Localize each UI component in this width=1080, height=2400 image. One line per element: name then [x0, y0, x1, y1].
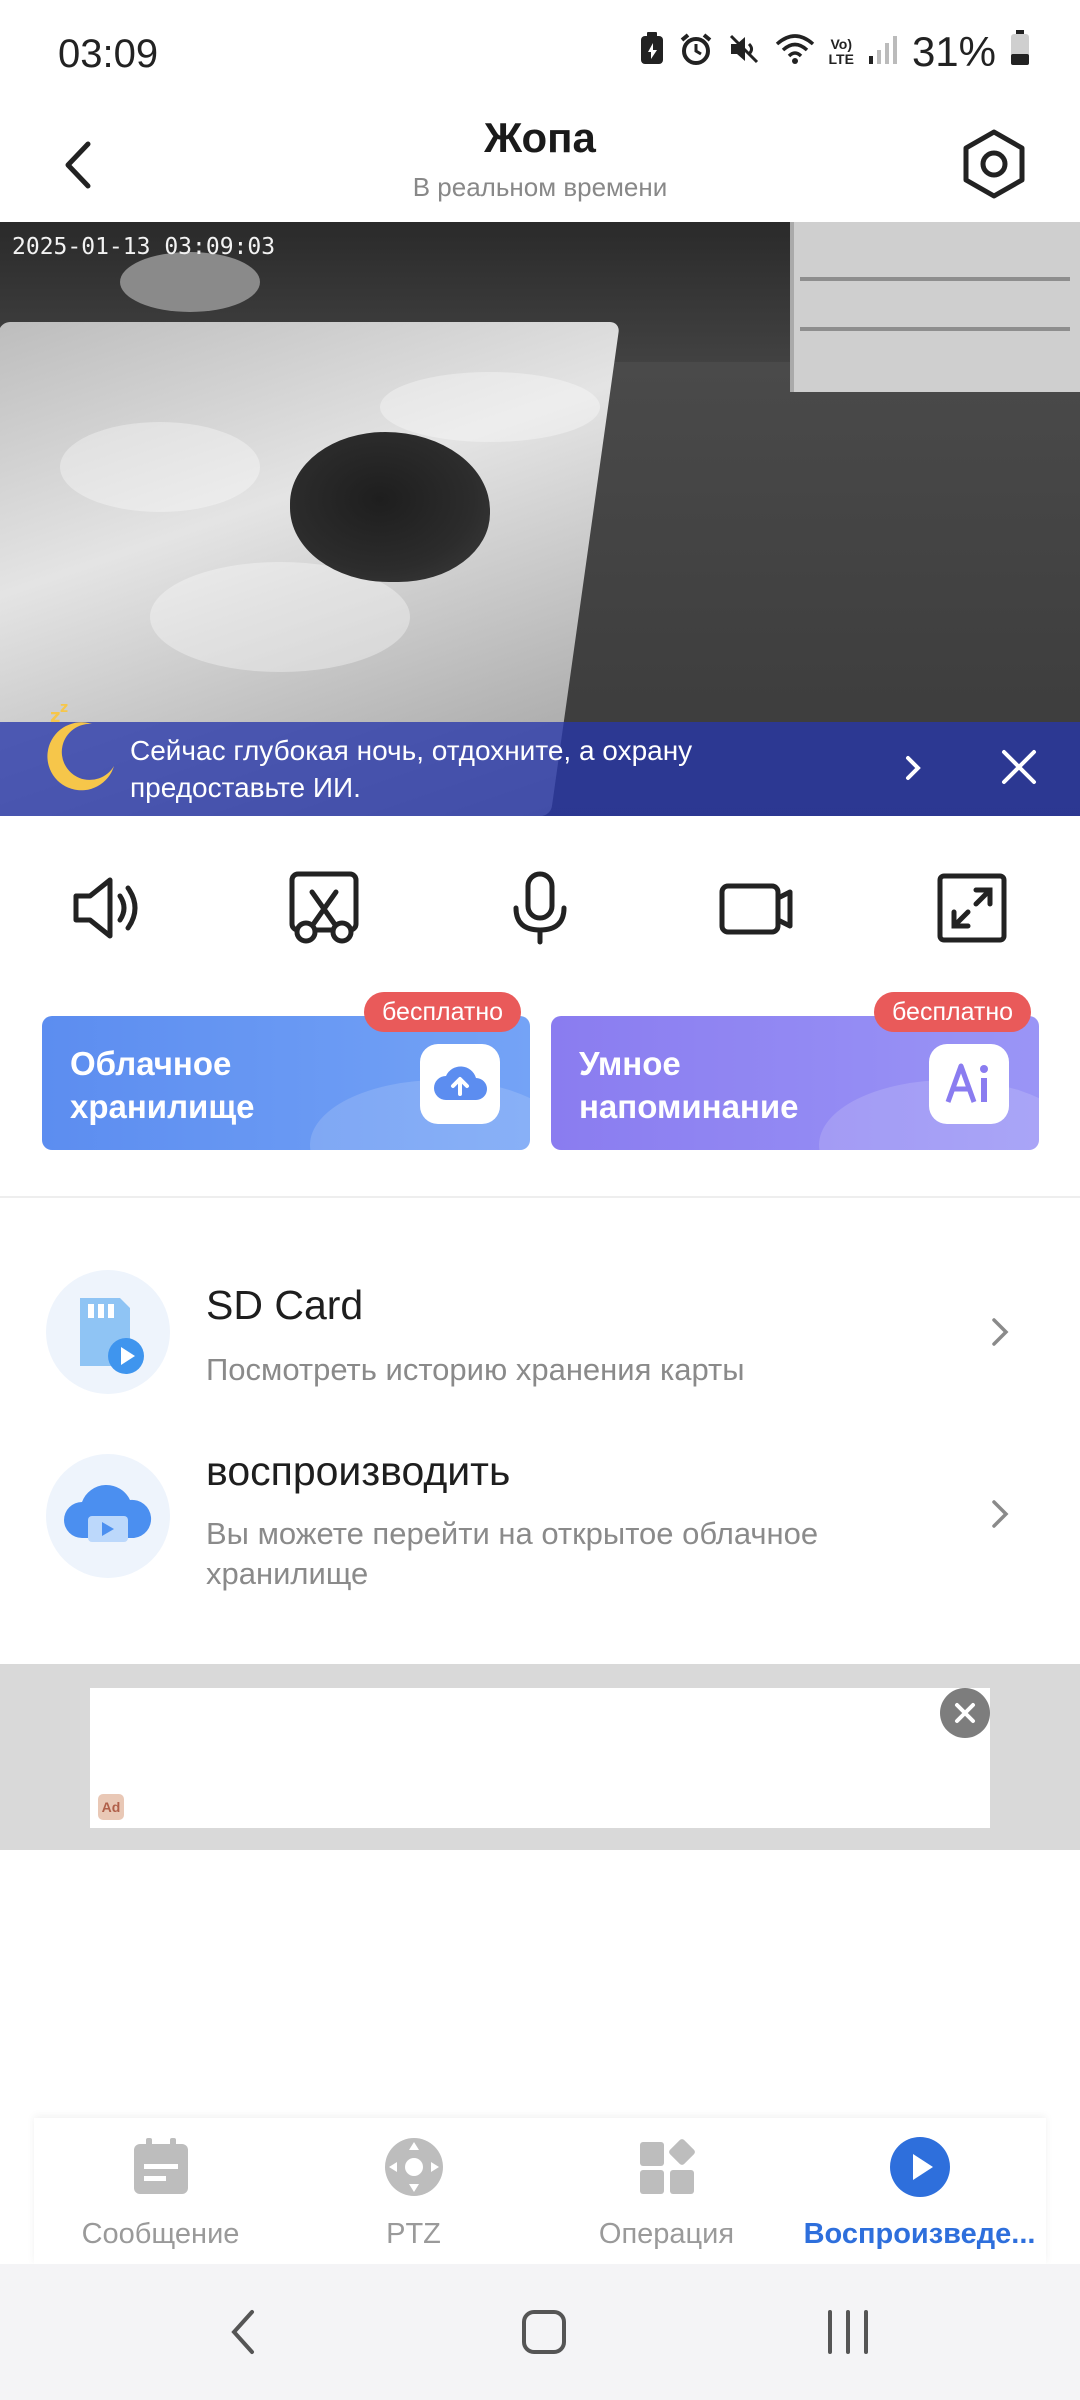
battery-saver-icon [639, 28, 665, 76]
volte-label-bottom: LTE [828, 51, 854, 67]
system-recents-button[interactable] [820, 2304, 876, 2360]
sd-card-icon [46, 1270, 170, 1394]
nav-label: Сообщение [81, 2218, 240, 2250]
dresser-drawer-line [800, 277, 1070, 281]
smart-reminder-card[interactable]: Умное напоминание [551, 1016, 1039, 1150]
scissors-icon [289, 871, 359, 944]
nav-item-message[interactable]: Сообщение [34, 2118, 287, 2264]
battery-icon [1010, 28, 1030, 76]
list-item-sd-card[interactable]: SD Card Посмотреть историю хранения карт… [0, 1248, 1080, 1408]
ptz-icon [385, 2138, 443, 2196]
dresser-drawer-line [800, 327, 1070, 331]
microphone-icon [513, 871, 567, 945]
sleeping-moon-icon: z z [30, 700, 122, 792]
volte-label-top: Vo) [830, 36, 852, 52]
status-icons: Vo) LTE 31% [639, 28, 1030, 76]
settings-hex-icon [963, 129, 1025, 199]
nav-label: Воспроизведе... [803, 2218, 1036, 2250]
nav-label: PTZ [386, 2218, 441, 2250]
recents-icon [828, 2310, 868, 2354]
nav-item-operation[interactable]: Операция [540, 2118, 793, 2264]
alarm-icon [679, 28, 713, 76]
back-icon [231, 2310, 254, 2354]
nav-label: Операция [598, 2218, 735, 2250]
playback-icon [890, 2137, 950, 2197]
system-home-button[interactable] [516, 2304, 572, 2360]
banner-close-button[interactable] [996, 744, 1042, 790]
card-label-line2: напоминание [579, 1088, 799, 1125]
list-item-playback[interactable]: воспроизводить Вы можете перейти на откр… [0, 1440, 1080, 1620]
close-icon [955, 1703, 975, 1723]
svg-text:z: z [50, 706, 60, 727]
free-badge: бесплатно [874, 992, 1032, 1032]
status-bar: 03:09 Vo) LTE 31% [0, 0, 1080, 110]
page-subtitle: В реальном времени [412, 172, 668, 202]
banner-message: Сейчас глубокая ночь, отдохните, а охран… [130, 735, 693, 803]
card-label-line2: хранилище [70, 1088, 255, 1125]
list-item-subtitle: Посмотреть историю хранения карты [206, 1352, 745, 1387]
video-timestamp: 2025-01-13 03:09:03 [12, 234, 276, 260]
home-icon [522, 2310, 566, 2354]
video-dresser [790, 222, 1080, 392]
microphone-button[interactable] [500, 868, 580, 948]
chevron-right-icon [986, 1490, 1016, 1538]
cloud-storage-card[interactable]: Облачное хранилище [42, 1016, 530, 1150]
volte-icon: Vo) LTE [829, 37, 854, 67]
section-divider [0, 1196, 1080, 1198]
status-time: 03:09 [58, 32, 159, 76]
top-app-bar: Жопа В реальном времени [0, 110, 1080, 222]
screenshot-button[interactable] [284, 868, 364, 948]
card-label: Умное напоминание [579, 1042, 799, 1128]
message-icon [134, 2138, 188, 2194]
fullscreen-button[interactable] [932, 868, 1012, 948]
blanket-fold [380, 372, 600, 442]
ai-icon [929, 1044, 1009, 1124]
mute-icon [727, 28, 761, 76]
nav-item-playback[interactable]: Воспроизведе... [793, 2118, 1046, 2264]
free-badge: бесплатно [364, 992, 522, 1032]
system-back-button[interactable] [220, 2304, 270, 2360]
speaker-button[interactable] [68, 868, 148, 948]
wifi-icon [775, 28, 815, 76]
list-item-title: воспроизводить [206, 1448, 511, 1494]
banner-more-button[interactable] [896, 744, 932, 792]
night-mode-banner[interactable]: z z Сейчас глубокая ночь, отдохните, а о… [0, 700, 1080, 816]
settings-button[interactable] [956, 126, 1032, 202]
card-label: Облачное хранилище [70, 1042, 255, 1128]
record-button[interactable] [716, 868, 796, 948]
live-video[interactable]: 2025-01-13 03:09:03 z z Сейчас глубокая … [0, 222, 1080, 816]
battery-percent: 31% [911, 28, 996, 75]
camera-controls [0, 816, 1080, 992]
fullscreen-icon [937, 873, 1007, 943]
list-item-subtitle: Вы можете перейти на открытое облачное х… [206, 1516, 819, 1591]
ad-banner-area: Ad [0, 1664, 1080, 1850]
cloud-upload-icon [420, 1044, 500, 1124]
svg-text:z: z [60, 700, 68, 716]
page-title: Жопа [484, 114, 596, 161]
operation-icon [640, 2139, 695, 2194]
cloud-playback-icon [46, 1454, 170, 1578]
nav-item-ptz[interactable]: PTZ [287, 2118, 540, 2264]
card-label-line1: Облачное [70, 1045, 232, 1082]
ad-logo: Ad [98, 1794, 124, 1820]
video-lamp [120, 252, 260, 312]
chevron-right-icon [986, 1308, 1016, 1356]
ad-close-button[interactable] [940, 1688, 990, 1738]
chevron-right-icon [906, 756, 921, 780]
system-navigation-bar [0, 2264, 1080, 2400]
bottom-navigation: Сообщение PTZ Операция Воспроизведе... [34, 2118, 1046, 2264]
ad-banner[interactable]: Ad [90, 1688, 990, 1828]
speaker-icon [73, 877, 138, 939]
close-icon [1002, 750, 1036, 784]
card-label-line1: Умное [579, 1045, 681, 1082]
signal-icon [868, 28, 898, 76]
list-item-title: SD Card [206, 1282, 364, 1328]
video-camera-icon [719, 883, 793, 935]
blanket-fold [60, 422, 260, 512]
